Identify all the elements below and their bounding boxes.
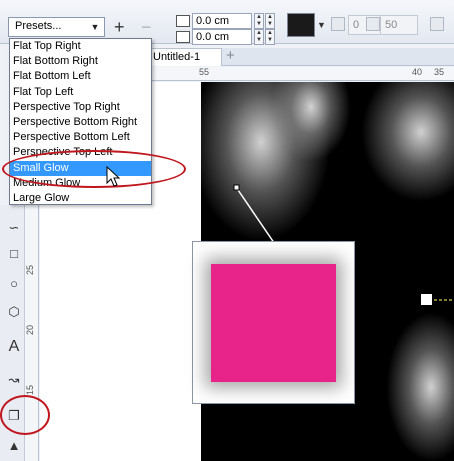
- ruler-tick: 40: [412, 67, 423, 77]
- preview-object: [211, 264, 336, 382]
- rectangle-icon[interactable]: □: [5, 245, 23, 263]
- preset-item[interactable]: Perspective Top Right: [10, 100, 151, 115]
- presets-dropdown-value: Presets...: [15, 20, 62, 32]
- y-position-unit-spinner[interactable]: ▲ ▼: [265, 29, 275, 45]
- ellipse-icon[interactable]: ○: [5, 275, 23, 293]
- x-position-unit-spinner[interactable]: ▲ ▼: [265, 13, 275, 29]
- ruler-tick: 20: [25, 324, 35, 335]
- preset-item[interactable]: Flat Bottom Left: [10, 69, 151, 84]
- shadow-preview: [192, 241, 355, 404]
- freehand-icon[interactable]: ∽: [5, 219, 23, 237]
- add-preset-button[interactable]: +: [114, 18, 125, 36]
- ruler-tick: 25: [25, 264, 35, 275]
- polygon-icon[interactable]: ⬡: [5, 303, 23, 321]
- text-icon[interactable]: A: [5, 338, 23, 356]
- preset-item[interactable]: Perspective Bottom Right: [10, 115, 151, 130]
- horizontal-ruler[interactable]: 55 40 35: [150, 67, 454, 81]
- x-position-spinner[interactable]: ▲ ▼: [254, 13, 264, 29]
- ruler-tick: 15: [25, 384, 35, 395]
- tab-untitled-1[interactable]: Untitled-1: [150, 48, 222, 66]
- shadow-angle-icon: [331, 17, 345, 31]
- dimension-icon[interactable]: ↝: [5, 371, 23, 389]
- highlight-ellipse: [2, 150, 186, 188]
- preset-item[interactable]: Flat Top Left: [10, 85, 151, 100]
- chevron-down-icon[interactable]: ▼: [317, 20, 326, 30]
- y-position-spinner[interactable]: ▲ ▼: [254, 29, 264, 45]
- preset-item[interactable]: Flat Top Right: [10, 39, 151, 54]
- x-position-field[interactable]: 0.0 cm: [192, 13, 252, 29]
- remove-preset-button[interactable]: −: [141, 18, 152, 36]
- ruler-tick: 55: [199, 67, 210, 77]
- shadow-opacity-icon: [366, 17, 380, 31]
- fill-icon[interactable]: ▲: [5, 437, 23, 455]
- preset-item[interactable]: Large Glow: [10, 191, 151, 206]
- document-tabs: Untitled-1 +: [150, 48, 454, 66]
- x-position-icon: [176, 15, 190, 27]
- shadow-color-swatch[interactable]: [287, 13, 315, 37]
- preset-item[interactable]: Perspective Bottom Left: [10, 130, 151, 145]
- mouse-cursor-icon: [106, 166, 121, 187]
- chevron-down-icon[interactable]: ▼: [88, 20, 102, 34]
- y-position-field[interactable]: 0.0 cm: [192, 29, 252, 45]
- add-tab-button[interactable]: +: [226, 48, 235, 64]
- preset-item[interactable]: Flat Bottom Right: [10, 54, 151, 69]
- shadow-opacity-field[interactable]: 50: [380, 15, 418, 35]
- shadow-feather-icon: [430, 17, 444, 31]
- y-position-icon: [176, 31, 190, 43]
- presets-dropdown[interactable]: Presets... ▼: [8, 17, 105, 37]
- highlight-ellipse: [0, 395, 50, 435]
- ruler-tick: 35: [434, 67, 445, 77]
